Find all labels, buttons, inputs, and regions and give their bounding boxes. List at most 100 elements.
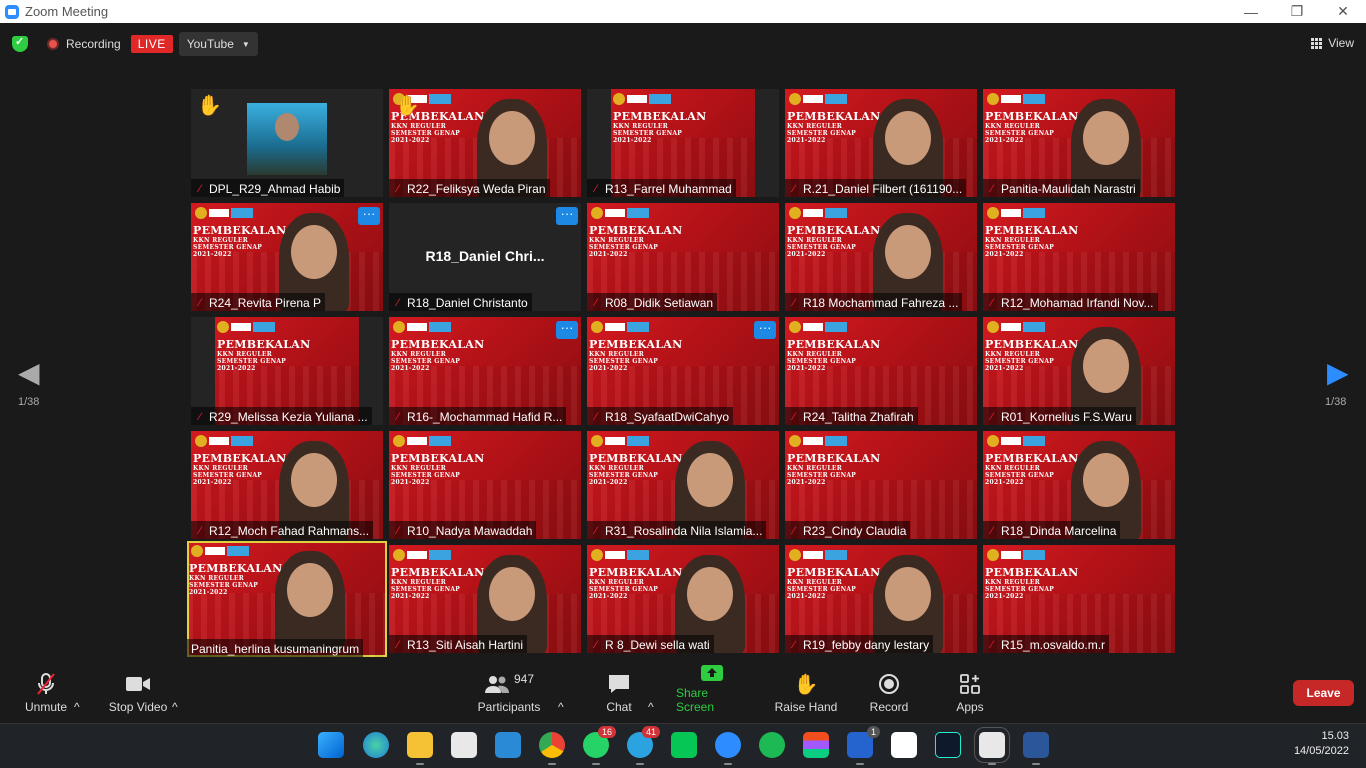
participant-tile[interactable]: PEMBEKALAN KKN REGULER SEMESTER GENAP 2021-… xyxy=(587,89,779,197)
restore-button[interactable]: ❐ xyxy=(1274,0,1320,23)
leave-button[interactable]: Leave xyxy=(1293,680,1354,706)
participant-tile[interactable]: PEMBEKALAN KKN REGULER SEMESTER GENAP 2021-… xyxy=(389,431,581,539)
slide-subheading: 2021-2022 xyxy=(985,365,1024,372)
encryption-shield-icon[interactable] xyxy=(12,35,28,52)
participants-button[interactable]: 947 Participants xyxy=(476,664,542,723)
participant-name: R12_Moch Fahad Rahmans... xyxy=(209,524,370,538)
participant-tile[interactable]: PEMBEKALAN KKN REGULER SEMESTER GENAP 2021-… xyxy=(187,541,387,657)
clock-date: 14/05/2022 xyxy=(1293,745,1349,757)
telegram-icon[interactable]: 41 xyxy=(627,726,660,765)
participant-tile[interactable]: PEMBEKALAN KKN REGULER SEMESTER GENAP 2021-… xyxy=(191,203,383,311)
slide-logos xyxy=(393,321,455,333)
microphone-muted-icon: ⁄ xyxy=(793,639,795,651)
windows-taskbar: 16 41 1 xyxy=(0,723,1366,768)
slide-subheading: KKN REGULER xyxy=(589,237,644,244)
word-icon[interactable] xyxy=(1023,732,1049,765)
record-button[interactable]: Record xyxy=(866,664,912,723)
whatsapp-icon[interactable]: 16 xyxy=(583,726,616,765)
more-options-icon[interactable]: ··· xyxy=(556,321,578,339)
slide-subheading: KKN REGULER xyxy=(613,123,668,130)
apps-button[interactable]: Apps xyxy=(952,664,988,723)
raise-hand-icon: ✋ xyxy=(793,673,819,696)
raise-hand-button[interactable]: ✋ Raise Hand xyxy=(774,664,838,723)
line-icon[interactable] xyxy=(671,732,697,758)
participant-tile[interactable]: R18_Daniel Chri... ··· ⁄ R18_Daniel Christa… xyxy=(389,203,581,311)
apps-label: Apps xyxy=(956,700,984,714)
participant-namebar: ⁄ R19_febby dany lestary xyxy=(785,635,934,653)
todo-icon[interactable]: 1 xyxy=(847,726,880,765)
slide-subheading: KKN REGULER xyxy=(391,579,446,586)
participant-tile[interactable]: PEMBEKALAN KKN REGULER SEMESTER GENAP 2021-… xyxy=(983,203,1175,311)
more-options-icon[interactable]: ··· xyxy=(556,207,578,225)
zoom-taskbar-icon[interactable] xyxy=(715,732,741,765)
chat-bubble-icon xyxy=(607,671,631,697)
participant-tile[interactable]: PEMBEKALAN KKN REGULER SEMESTER GENAP 2021-… xyxy=(785,89,977,197)
snipping-tool-icon[interactable] xyxy=(974,727,1010,765)
edge-browser-icon[interactable] xyxy=(363,732,389,758)
microphone-muted-icon: ⁄ xyxy=(595,411,597,423)
stop-video-button[interactable]: Stop Video xyxy=(106,664,170,723)
participant-namebar: ⁄ R18_Dinda Marcelina xyxy=(983,521,1121,539)
participant-tile[interactable]: PEMBEKALAN KKN REGULER SEMESTER GENAP 2021-… xyxy=(983,89,1175,197)
participant-tile[interactable]: PEMBEKALAN KKN REGULER SEMESTER GENAP 2021-… xyxy=(587,545,779,653)
more-options-icon[interactable]: ··· xyxy=(754,321,776,339)
participant-namebar: ⁄ R16-_Mochammad Hafid R... xyxy=(389,407,567,425)
participant-tile[interactable]: PEMBEKALAN KKN REGULER SEMESTER GENAP 2021-… xyxy=(983,431,1175,539)
apps-icon xyxy=(959,671,981,697)
participant-name: R24_Revita Pirena P xyxy=(209,296,322,310)
minimize-button[interactable]: — xyxy=(1228,0,1274,23)
slide-subheading: 2021-2022 xyxy=(787,365,826,372)
participant-tile[interactable]: PEMBEKALAN KKN REGULER SEMESTER GENAP 2021-… xyxy=(389,317,581,425)
participant-tile[interactable]: PEMBEKALAN KKN REGULER SEMESTER GENAP 2021-… xyxy=(983,545,1175,653)
spotify-icon[interactable] xyxy=(759,732,785,758)
figma-icon[interactable] xyxy=(803,732,829,758)
previous-page-arrow-icon[interactable]: ◀ xyxy=(18,356,40,389)
slide-subheading: 2021-2022 xyxy=(391,137,430,144)
file-explorer-icon[interactable] xyxy=(407,732,433,765)
participant-tile[interactable]: PEMBEKALAN KKN REGULER SEMESTER GENAP 2021-… xyxy=(983,317,1175,425)
more-options-icon[interactable]: ··· xyxy=(358,207,380,225)
share-screen-button[interactable]: Share Screen xyxy=(676,664,748,723)
participant-tile[interactable]: PEMBEKALAN KKN REGULER SEMESTER GENAP 2021-… xyxy=(191,431,383,539)
live-badge[interactable]: LIVE xyxy=(130,35,173,53)
chat-options-caret[interactable]: ^ xyxy=(648,664,654,723)
slide-logos xyxy=(191,545,253,557)
participant-tile[interactable]: PEMBEKALAN KKN REGULER SEMESTER GENAP 2021-… xyxy=(389,89,581,197)
chat-button[interactable]: Chat xyxy=(600,664,638,723)
unmute-button[interactable]: Unmute xyxy=(20,664,72,723)
participant-tile[interactable]: PEMBEKALAN KKN REGULER SEMESTER GENAP 2021-… xyxy=(785,545,977,653)
participant-tile[interactable]: PEMBEKALAN KKN REGULER SEMESTER GENAP 2021-… xyxy=(389,545,581,653)
participant-tile[interactable]: PEMBEKALAN KKN REGULER SEMESTER GENAP 2021-… xyxy=(785,203,977,311)
participants-options-caret[interactable]: ^ xyxy=(558,664,564,723)
video-options-caret[interactable]: ^ xyxy=(172,664,178,723)
slide-subheading: KKN REGULER xyxy=(217,351,272,358)
audio-options-caret[interactable]: ^ xyxy=(74,664,80,723)
slide-subheading: KKN REGULER xyxy=(787,465,842,472)
system-clock[interactable]: 15.03 14/05/2022 xyxy=(1294,729,1349,759)
participant-tile[interactable]: PEMBEKALAN KKN REGULER SEMESTER GENAP 2021-… xyxy=(785,431,977,539)
participant-tile[interactable]: PEMBEKALAN KKN REGULER SEMESTER GENAP 2021-… xyxy=(587,203,779,311)
participant-tile[interactable]: PEMBEKALAN KKN REGULER SEMESTER GENAP 2021-… xyxy=(191,317,383,425)
stream-target-dropdown[interactable]: YouTube ▼ xyxy=(178,32,258,56)
microsoft-teams-preview-icon[interactable] xyxy=(935,732,961,758)
participant-tile[interactable]: PEMBEKALAN KKN REGULER SEMESTER GENAP 2021-… xyxy=(785,317,977,425)
slide-logos xyxy=(789,93,851,105)
slide-heading-text: PEMBEKALAN xyxy=(589,224,683,237)
participant-tile[interactable]: PEMBEKALAN KKN REGULER SEMESTER GENAP 2021-… xyxy=(587,431,779,539)
microsoft-store-icon[interactable] xyxy=(451,732,477,758)
participant-name: R15_m.osvaldo.m.r xyxy=(1001,638,1106,652)
notion-icon[interactable] xyxy=(891,732,917,758)
recording-label[interactable]: Recording xyxy=(66,37,121,51)
participant-name: R16-_Mochammad Hafid R... xyxy=(407,410,563,424)
slide-heading-text: PEMBEKALAN xyxy=(985,338,1079,351)
slide-logos xyxy=(591,435,653,447)
close-button[interactable]: ✕ xyxy=(1320,0,1366,23)
windows-start-icon[interactable] xyxy=(318,732,344,758)
participant-tile[interactable]: PEMBEKALAN KKN REGULER SEMESTER GENAP 2021-… xyxy=(587,317,779,425)
participant-tile[interactable]: ✋ ⁄ DPL_R29_Ahmad Habib xyxy=(191,89,383,197)
next-page-arrow-icon[interactable]: ▶ xyxy=(1327,356,1349,389)
chrome-icon[interactable] xyxy=(539,732,565,765)
view-button[interactable]: View xyxy=(1311,36,1354,50)
participant-namebar: ⁄ R18 Mochammad Fahreza ... xyxy=(785,293,963,311)
vscode-icon[interactable] xyxy=(495,732,521,758)
